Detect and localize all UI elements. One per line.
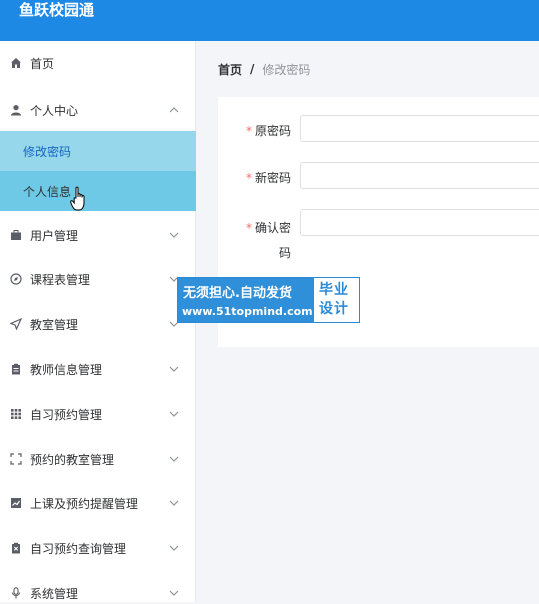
confirm-password-input[interactable] (300, 209, 539, 236)
sidebar: 首页 个人中心 修改密码 个人信息 用户管理 课程表管理 教室管理 教师信息管理… (0, 41, 196, 602)
chevron-down-icon (169, 590, 179, 596)
sidebar-item-label: 教师信息管理 (30, 362, 103, 377)
chevron-down-icon (169, 500, 179, 506)
send-icon (10, 318, 22, 330)
sidebar-item-study-reservation[interactable]: 自习预约管理 (0, 403, 196, 425)
sidebar-subitem-change-password[interactable]: 修改密码 (0, 131, 196, 171)
microphone-icon (10, 587, 22, 599)
breadcrumb: 首页 / 修改密码 (218, 59, 310, 79)
breadcrumb-separator: / (250, 62, 255, 76)
old-password-input[interactable] (300, 115, 539, 142)
sidebar-item-label: 教室管理 (30, 317, 79, 332)
sidebar-item-course-schedule[interactable]: 课程表管理 (0, 268, 196, 290)
watermark-url: www.51topmind.com (182, 305, 313, 318)
old-password-label: * 原密码 (245, 124, 291, 138)
sidebar-item-label: 自习预约管理 (30, 407, 103, 422)
watermark-line1: 无须担心.自动发货 (183, 286, 292, 301)
breadcrumb-current: 修改密码 (262, 62, 311, 77)
sidebar-subitem-label: 修改密码 (23, 144, 72, 159)
sidebar-item-label: 系统管理 (30, 586, 79, 601)
chevron-down-icon (169, 545, 179, 551)
sidebar-item-label: 自习预约查询管理 (30, 541, 127, 556)
sidebar-item-user-management[interactable]: 用户管理 (0, 224, 196, 246)
top-header: 鱼跃校园通 (0, 0, 539, 41)
sidebar-item-teacher-info[interactable]: 教师信息管理 (0, 358, 196, 380)
sidebar-item-reservation-query[interactable]: 自习预约查询管理 (0, 537, 196, 559)
home-icon (10, 57, 22, 69)
watermark-text-block: 无须担心.自动发货 www.51topmind.com (178, 278, 314, 322)
clipboard-x-icon (10, 542, 22, 554)
breadcrumb-home[interactable]: 首页 (218, 61, 242, 78)
new-password-label: * 新密码 (245, 171, 291, 185)
chevron-up-icon (169, 107, 179, 113)
compass-icon (10, 273, 22, 285)
sidebar-item-label: 个人中心 (30, 103, 79, 118)
chart-icon (10, 497, 22, 509)
sidebar-item-label: 首页 (30, 56, 55, 71)
sidebar-item-reserved-classroom[interactable]: 预约的教室管理 (0, 448, 196, 470)
watermark: 无须担心.自动发货 www.51topmind.com 毕业 设计 (177, 277, 360, 323)
sidebar-item-label: 预约的教室管理 (30, 452, 115, 467)
sidebar-subitem-label: 个人信息 (23, 184, 72, 199)
sidebar-item-class-reminder[interactable]: 上课及预约提醒管理 (0, 492, 196, 514)
clipboard-icon (10, 363, 22, 375)
sidebar-item-label: 用户管理 (30, 228, 79, 243)
required-mark: * (245, 171, 252, 185)
chevron-down-icon (169, 456, 179, 462)
hand-cursor-icon (70, 186, 85, 211)
sidebar-item-personal-center[interactable]: 个人中心 (0, 99, 196, 121)
user-icon (10, 104, 22, 116)
sidebar-item-system-management[interactable]: 系统管理 (0, 582, 196, 604)
grid-icon (10, 408, 22, 420)
required-mark: * (245, 221, 252, 235)
new-password-input[interactable] (300, 162, 539, 189)
sidebar-item-classroom-management[interactable]: 教室管理 (0, 313, 196, 335)
chevron-down-icon (169, 366, 179, 372)
required-mark: * (245, 124, 252, 138)
sidebar-item-label: 课程表管理 (30, 272, 91, 287)
chevron-down-icon (169, 411, 179, 417)
watermark-side: 毕业 设计 (319, 282, 349, 317)
sidebar-subitem-personal-info[interactable]: 个人信息 (0, 171, 196, 211)
confirm-password-label: * 确认密 码 (245, 221, 291, 260)
briefcase-icon (10, 229, 22, 241)
sidebar-item-home[interactable]: 首页 (0, 52, 196, 74)
chevron-down-icon (169, 232, 179, 238)
frame-icon (10, 453, 22, 465)
sidebar-item-label: 上课及预约提醒管理 (30, 496, 139, 511)
app-title: 鱼跃校园通 (19, 1, 95, 19)
